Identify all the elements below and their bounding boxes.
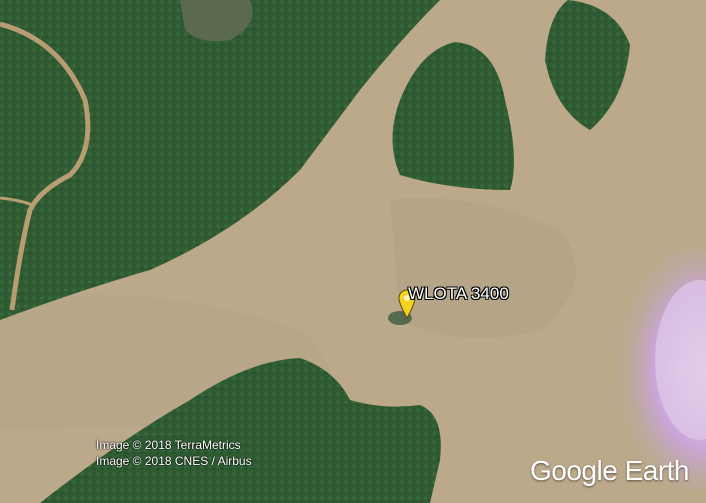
satellite-terrain-image: [0, 0, 706, 503]
google-earth-logo: Google Earth: [530, 455, 690, 486]
imagery-attribution: Image © 2018 TerraMetrics Image © 2018 C…: [96, 437, 252, 469]
attribution-line: Image © 2018 CNES / Airbus: [96, 454, 252, 468]
satellite-map-view[interactable]: WLOTA 3400 Image © 2018 TerraMetrics Ima…: [0, 0, 706, 503]
placemark-label[interactable]: WLOTA 3400: [408, 284, 509, 304]
attribution-line: Image © 2018 TerraMetrics: [96, 438, 241, 452]
